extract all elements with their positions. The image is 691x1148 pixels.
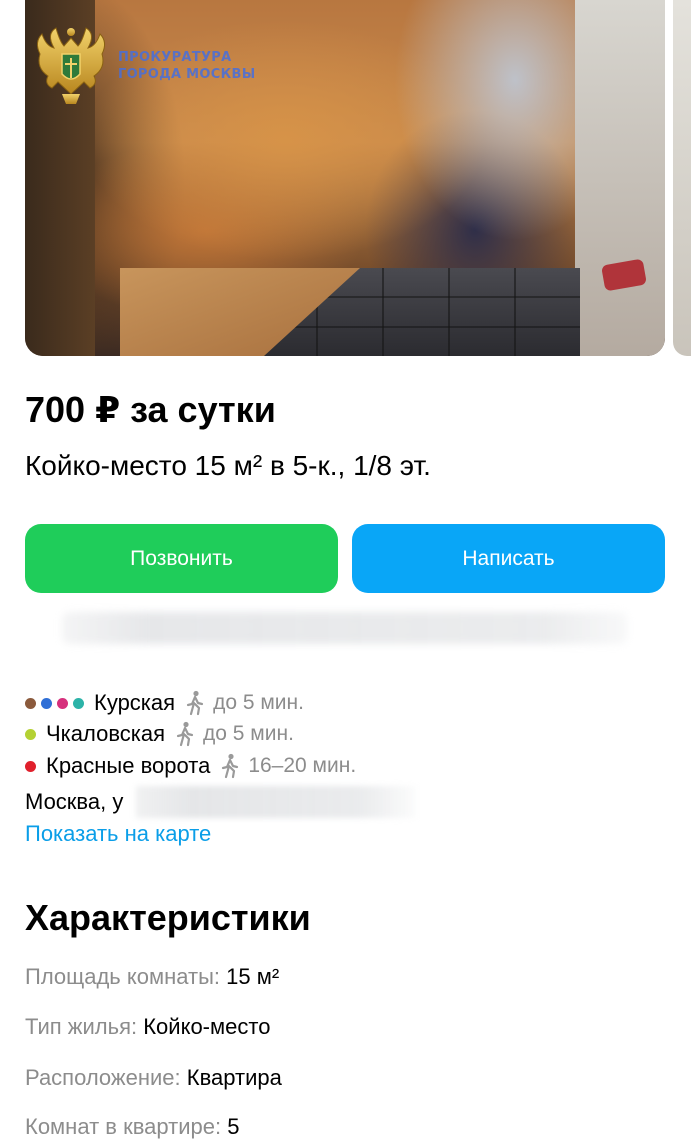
characteristic-key: Расположение:	[25, 1065, 187, 1090]
metro-row: Красные ворота 16–20 мин.	[25, 751, 356, 781]
characteristic-key: Площадь комнаты:	[25, 964, 227, 989]
metro-line-dots	[25, 760, 41, 772]
metro-line-dot	[25, 728, 36, 740]
characteristic-row: Комнат в квартире: 5	[25, 1112, 239, 1142]
photo-wall-area	[575, 0, 665, 356]
blurred-info-bar	[62, 612, 628, 644]
metro-row: Чкаловская до 5 мин.	[25, 719, 294, 749]
characteristic-row: Площадь комнаты: 15 м²	[25, 962, 279, 992]
metro-line-dots	[25, 728, 41, 740]
call-button[interactable]: Позвонить	[25, 524, 338, 593]
metro-line-dot	[25, 697, 36, 709]
characteristic-value: 15 м²	[226, 964, 280, 989]
listing-price: 700 ₽ за сутки	[25, 389, 276, 430]
characteristic-value: Квартира	[186, 1065, 282, 1090]
walk-time: 16–20 мин.	[248, 754, 357, 777]
characteristic-key: Комнат в квартире:	[25, 1114, 228, 1139]
characteristic-row: Тип жилья: Койко-место	[25, 1012, 270, 1042]
metro-station-name: Курская	[94, 690, 176, 715]
walking-person-icon	[186, 690, 204, 716]
walk-time: до 5 мин.	[203, 722, 294, 745]
coat-of-arms-icon	[36, 27, 106, 104]
metro-station-name: Красные ворота	[46, 753, 211, 778]
show-on-map-link[interactable]: Показать на карте	[25, 819, 211, 849]
metro-line-dot	[41, 697, 52, 709]
characteristic-row: Расположение: Квартира	[25, 1063, 282, 1093]
characteristic-key: Тип жилья:	[25, 1014, 144, 1039]
address-text: Москва, у	[25, 789, 124, 814]
write-button[interactable]: Написать	[352, 524, 665, 593]
watermark-line-1: ПРОКУРАТУРА	[118, 50, 232, 65]
metro-station-name: Чкаловская	[46, 721, 166, 746]
metro-line-dot	[73, 697, 84, 709]
characteristic-value: Койко-место	[143, 1014, 271, 1039]
metro-line-dots	[25, 697, 89, 709]
walk-time: до 5 мин.	[213, 691, 304, 714]
walking-person-icon	[222, 753, 239, 779]
watermark-line-2: ГОРОДА МОСКВЫ	[118, 67, 256, 82]
characteristic-value: 5	[227, 1114, 240, 1139]
walking-person-icon	[176, 721, 194, 747]
metro-row: Курская до 5 мин.	[25, 688, 304, 718]
listing-subtitle: Койко-место 15 м² в 5-к., 1/8 эт.	[25, 450, 431, 481]
next-photo-preview[interactable]	[673, 0, 691, 356]
metro-line-dot	[25, 760, 36, 772]
metro-line-dot	[57, 697, 68, 709]
characteristics-title: Характеристики	[25, 897, 311, 938]
prosecutor-watermark: ПРОКУРАТУРА ГОРОДА МОСКВЫ	[32, 24, 256, 108]
address-blur	[136, 786, 416, 818]
